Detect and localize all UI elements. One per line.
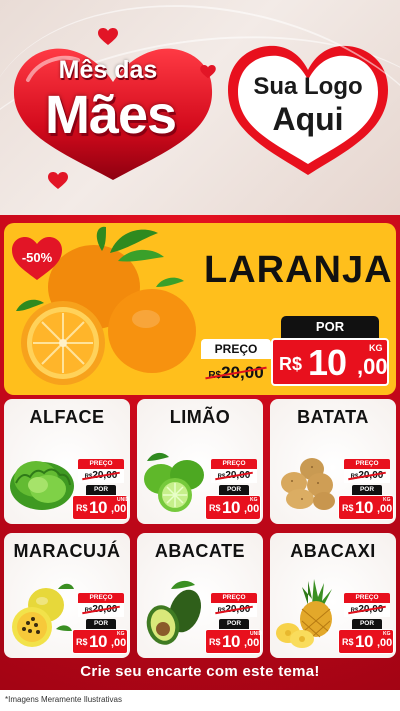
product-name: ABACATE (154, 541, 246, 561)
price-tag: R$ 10,00 UNID (205, 629, 262, 654)
logo-placeholder: Sua Logo Aqui (222, 40, 394, 180)
small-heart-icon (98, 28, 118, 45)
product-name: LARANJA (204, 249, 393, 291)
title-big: Mães (44, 85, 177, 145)
featured-offer[interactable]: -50% LARANJA PREÇO R$20,00 POR R$ 10 ,00… (4, 223, 396, 395)
price-tag: R$ 10,00 UNID (72, 495, 129, 520)
discount-badge: -50% (21, 250, 53, 265)
product-name: ABACAXI (290, 541, 376, 561)
old-price-tag: PREÇO R$20,00 (201, 339, 271, 385)
product-name: LIMÃO (169, 407, 231, 427)
footnote: *Imagens Meramente Ilustrativas (5, 695, 122, 704)
por-label: POR (86, 619, 116, 629)
old-price: R$20,00 (344, 469, 390, 483)
product-card-abacate[interactable]: ABACATE PREÇO R$20,00 POR R$10,00UNID (137, 533, 263, 658)
old-price: R$20,00 (78, 469, 124, 483)
old-price-label: PREÇO (201, 339, 271, 359)
product-card-batata[interactable]: BATATA PREÇO R$20,00 POR R$10,00KG (270, 399, 396, 524)
product-card-maracuja[interactable]: MARACUJÁ PREÇO R$20,00 POR R$10,00KG (4, 533, 130, 658)
heart-icon (13, 48, 213, 180)
price-currency: R$ (279, 354, 303, 374)
title-heart: Mês das Mães (8, 40, 218, 185)
product-card-alface[interactable]: ALFACE PREÇO R$20,00 POR R$10,00UNID (4, 399, 130, 524)
product-name: ALFACE (29, 407, 105, 427)
price-tag: R$ 10,00 KG (205, 495, 261, 520)
old-price: R$20,00 (201, 361, 271, 385)
logo-heart-icon (228, 45, 388, 175)
lime-icon (144, 452, 204, 512)
logo-text-line2: Aqui (272, 101, 344, 137)
product-grid: ALFACE PREÇO R$20,00 POR R$10,00UNID LIM… (4, 399, 396, 661)
old-price-label: PREÇO (211, 593, 257, 603)
small-heart-icon (200, 65, 216, 79)
pineapple-icon (276, 579, 332, 648)
por-label: POR (219, 485, 249, 495)
old-price: R$20,00 (211, 603, 257, 617)
potato-icon (281, 458, 335, 510)
old-price-label: PREÇO (344, 459, 390, 469)
passion-fruit-icon (12, 583, 74, 647)
cta-text[interactable]: Crie seu encarte com este tema! (0, 663, 400, 680)
logo-text-line1: Sua Logo (253, 73, 363, 100)
old-price-label: PREÇO (344, 593, 390, 603)
footer: *Imagens Meramente Ilustrativas (0, 690, 400, 711)
price-integer: 10 (308, 342, 347, 383)
price-tag: R$ 10,00 KG (338, 495, 394, 520)
por-label: POR (281, 316, 379, 338)
title-small: Mês das (58, 56, 158, 84)
price-tag: R$ 10 ,00 KG (271, 338, 389, 386)
small-heart-icon (48, 172, 68, 189)
product-name: MARACUJÁ (13, 541, 121, 561)
price-unit: KG (369, 343, 383, 353)
old-price-label: PREÇO (78, 459, 124, 469)
product-card-abacaxi[interactable]: ABACAXI PREÇO R$20,00 POR R$10,00KG (270, 533, 396, 658)
avocado-icon (146, 580, 201, 645)
offers-area: -50% LARANJA PREÇO R$20,00 POR R$ 10 ,00… (0, 215, 400, 690)
old-price-label: PREÇO (78, 593, 124, 603)
price-decimal: ,00 (357, 354, 388, 379)
por-label: POR (86, 485, 116, 495)
product-name: BATATA (297, 407, 369, 427)
old-price: R$20,00 (78, 603, 124, 617)
product-card-limao[interactable]: LIMÃO PREÇO R$20,00 POR R$10,00KG (137, 399, 263, 524)
por-label: POR (219, 619, 249, 629)
lettuce-icon (10, 461, 74, 510)
por-label: POR (352, 485, 382, 495)
old-price: R$20,00 (344, 603, 390, 617)
price-tag: R$ 10,00 KG (338, 629, 394, 654)
por-label: POR (352, 619, 382, 629)
old-price-label: PREÇO (211, 459, 257, 469)
price-tag: R$ 10,00 KG (72, 629, 128, 654)
old-price: R$20,00 (211, 469, 257, 483)
header-banner: Mês das Mães Sua Logo Aqui (0, 0, 400, 215)
